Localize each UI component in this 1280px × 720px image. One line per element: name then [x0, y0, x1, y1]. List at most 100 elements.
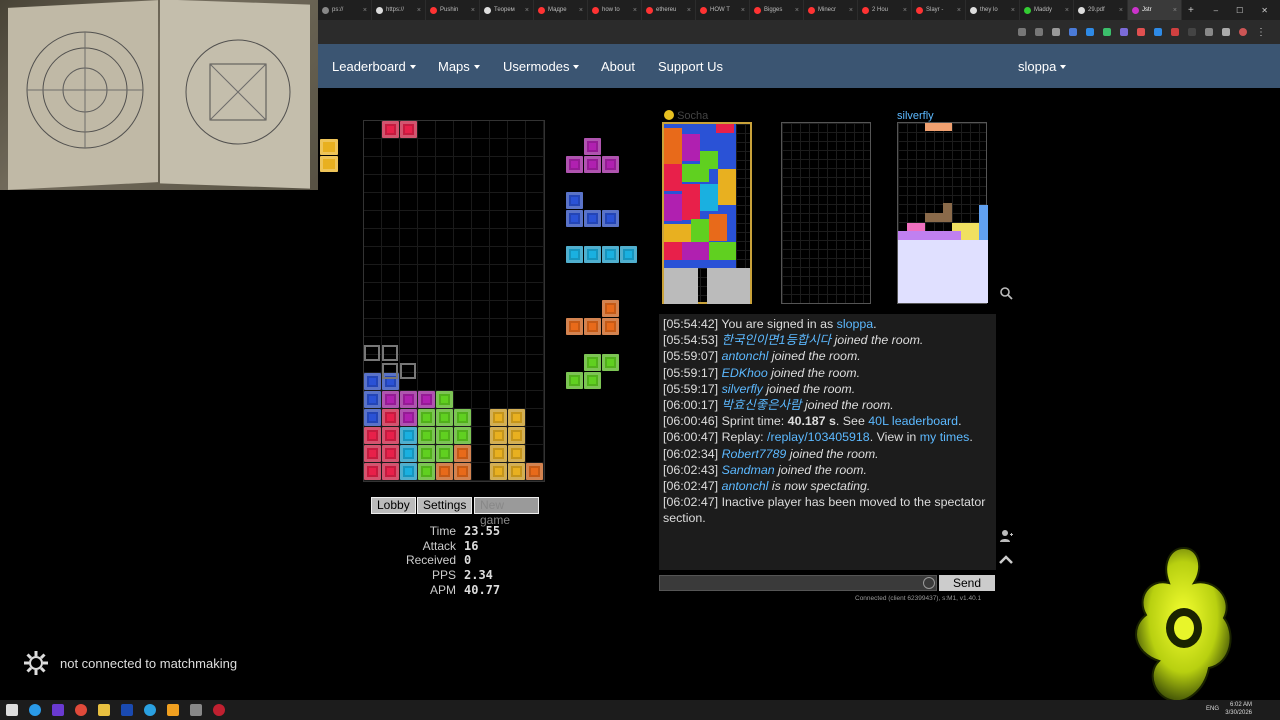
browser-tab[interactable]: Jstr ×	[1128, 0, 1182, 20]
nav-leaderboard[interactable]: Leaderboard	[332, 59, 416, 74]
extension-icon[interactable]	[1103, 28, 1111, 36]
chat-input[interactable]	[659, 575, 937, 591]
chat-log[interactable]: [05:54:42] You are signed in as sloppa.[…	[659, 314, 996, 570]
file-explorer-icon[interactable]	[98, 704, 110, 716]
extension-icon[interactable]	[1171, 28, 1179, 36]
settings-button[interactable]: Settings	[417, 497, 473, 514]
chat-username[interactable]: 박효신좋은사람	[718, 398, 802, 412]
extension-icon[interactable]	[1137, 28, 1145, 36]
browser-tab[interactable]: Maddy ×	[1020, 0, 1074, 20]
app-icon[interactable]	[190, 704, 202, 716]
minimize-icon[interactable]: –	[1214, 6, 1218, 15]
zoom-icon[interactable]	[1035, 28, 1043, 36]
extensions-puzzle-icon[interactable]	[1205, 28, 1213, 36]
tab-close-icon[interactable]: ×	[579, 7, 583, 14]
app-icon[interactable]	[52, 704, 64, 716]
opponent-block	[664, 224, 691, 242]
browser-tab[interactable]: Теорем ×	[480, 0, 534, 20]
bookmark-star-icon[interactable]	[1052, 28, 1060, 36]
opponent-board[interactable]	[781, 122, 871, 304]
tab-close-icon[interactable]: ×	[1119, 7, 1123, 14]
tab-close-icon[interactable]: ×	[687, 7, 691, 14]
chat-username[interactable]: Robert7789	[718, 447, 787, 461]
emoji-icon[interactable]	[923, 577, 935, 589]
browser-tab[interactable]: ps:// ×	[318, 0, 372, 20]
language-indicator[interactable]: ENG	[1206, 706, 1219, 712]
chat-link[interactable]: sloppa	[837, 317, 874, 331]
tab-close-icon[interactable]: ×	[1173, 7, 1177, 14]
tab-close-icon[interactable]: ×	[633, 7, 637, 14]
chat-username[interactable]: Sandman	[718, 463, 775, 477]
edge-icon[interactable]	[29, 704, 41, 716]
tab-close-icon[interactable]: ×	[957, 7, 961, 14]
sidebar-icon[interactable]	[1222, 28, 1230, 36]
tab-close-icon[interactable]: ×	[903, 7, 907, 14]
chat-username[interactable]: antonchl	[718, 349, 769, 363]
browser-menu-icon[interactable]: ⋮	[1256, 27, 1266, 38]
browser-tab[interactable]: HOW T ×	[696, 0, 750, 20]
caret-down-icon	[1060, 65, 1067, 69]
tab-label: https://	[386, 7, 405, 13]
new-tab-button[interactable]: +	[1182, 5, 1200, 16]
chevron-up-icon[interactable]	[997, 551, 1015, 569]
lobby-button[interactable]: Lobby	[371, 497, 416, 514]
browser-tab[interactable]: Bigges ×	[750, 0, 804, 20]
nav-support[interactable]: Support Us	[658, 59, 723, 74]
extension-icon[interactable]	[1188, 28, 1196, 36]
extension-icon[interactable]	[1086, 28, 1094, 36]
tab-close-icon[interactable]: ×	[1065, 7, 1069, 14]
tab-close-icon[interactable]: ×	[1011, 7, 1015, 14]
gear-icon[interactable]	[22, 649, 50, 677]
chat-link[interactable]: /replay/103405918	[767, 430, 870, 444]
extension-icon[interactable]	[1154, 28, 1162, 36]
chrome-icon[interactable]	[75, 704, 87, 716]
nav-about[interactable]: About	[601, 59, 635, 74]
nav-user-menu[interactable]: sloppa	[1018, 59, 1067, 74]
incognito-icon[interactable]	[1018, 28, 1026, 36]
add-user-icon[interactable]	[997, 529, 1015, 547]
chat-username[interactable]: silverfly	[718, 382, 763, 396]
player-board[interactable]	[363, 120, 545, 482]
app-icon[interactable]	[167, 704, 179, 716]
obs-icon[interactable]	[213, 704, 225, 716]
extension-icon[interactable]	[1069, 28, 1077, 36]
new-game-button[interactable]: New game	[474, 497, 539, 527]
close-window-icon[interactable]: ✕	[1261, 6, 1268, 15]
browser-tab[interactable]: 29.pdf ×	[1074, 0, 1128, 20]
browser-tab[interactable]: Slayr - ×	[912, 0, 966, 20]
start-icon[interactable]	[6, 704, 18, 716]
opponent-board[interactable]	[662, 122, 752, 304]
tab-close-icon[interactable]: ×	[525, 7, 529, 14]
extension-icon[interactable]	[1120, 28, 1128, 36]
browser-tab[interactable]: how to ×	[588, 0, 642, 20]
browser-tab[interactable]: Pushin ×	[426, 0, 480, 20]
chat-link[interactable]: my times	[920, 430, 970, 444]
profile-avatar[interactable]	[1239, 28, 1247, 36]
browser-tab[interactable]: Мадре ×	[534, 0, 588, 20]
browser-tab[interactable]: https:// ×	[372, 0, 426, 20]
telegram-icon[interactable]	[144, 704, 156, 716]
chat-username[interactable]: antonchl	[718, 479, 769, 493]
nav-usermodes[interactable]: Usermodes	[503, 59, 580, 74]
maximize-icon[interactable]: ☐	[1236, 6, 1243, 15]
board-block	[436, 409, 453, 426]
magnifier-icon[interactable]	[999, 286, 1013, 300]
chat-username[interactable]: 한국인이면1등합시다	[718, 333, 832, 347]
browser-tab[interactable]: 2 Hou ×	[858, 0, 912, 20]
send-button[interactable]: Send	[939, 575, 995, 591]
chat-link[interactable]: 40L leaderboard	[868, 414, 958, 428]
browser-tab[interactable]: ethereu ×	[642, 0, 696, 20]
photoshop-icon[interactable]	[121, 704, 133, 716]
opponent-board[interactable]	[897, 122, 988, 304]
nav-maps[interactable]: Maps	[438, 59, 480, 74]
tab-close-icon[interactable]: ×	[471, 7, 475, 14]
browser-tab[interactable]: they lo ×	[966, 0, 1020, 20]
tab-close-icon[interactable]: ×	[417, 7, 421, 14]
tab-close-icon[interactable]: ×	[795, 7, 799, 14]
browser-tab[interactable]: Minecr ×	[804, 0, 858, 20]
tab-close-icon[interactable]: ×	[363, 7, 367, 14]
chat-username[interactable]: EDKhoo	[718, 366, 768, 380]
taskbar-clock[interactable]: 6:02 AM 3/30/2026	[1225, 701, 1252, 717]
tab-close-icon[interactable]: ×	[741, 7, 745, 14]
tab-close-icon[interactable]: ×	[849, 7, 853, 14]
